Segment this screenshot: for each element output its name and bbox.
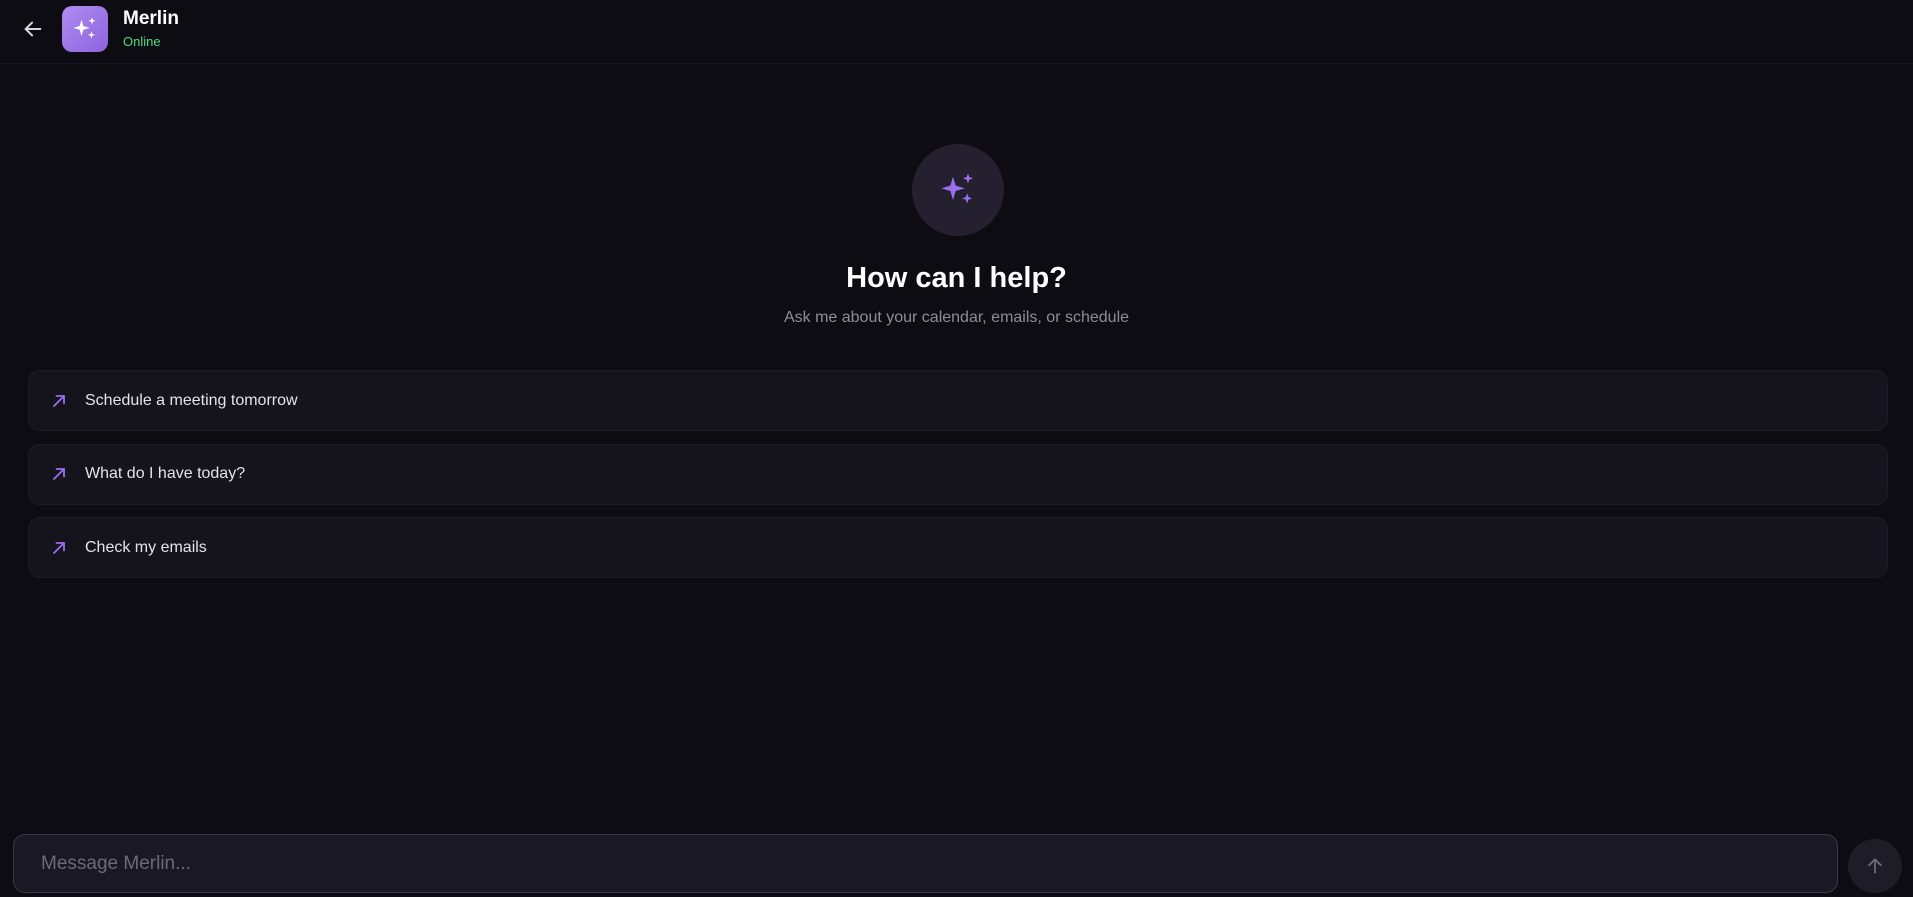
sparkles-icon <box>73 17 96 39</box>
hero-icon-circle <box>912 144 1004 236</box>
suggestion-today[interactable]: What do I have today? <box>28 443 1888 505</box>
sparkles-icon <box>941 173 973 204</box>
welcome-subtitle: Ask me about your calendar, emails, or s… <box>783 309 1130 326</box>
arrow-up-right-icon <box>51 393 67 409</box>
suggestion-label: Schedule a meeting tomorrow <box>85 391 298 409</box>
status-indicator: Online <box>123 34 161 49</box>
arrow-up-right-icon <box>51 466 67 482</box>
suggestion-label: Check my emails <box>85 538 207 556</box>
assistant-avatar <box>62 6 108 52</box>
assistant-name: Merlin <box>123 8 179 29</box>
chat-header: Merlin Online <box>0 0 1913 64</box>
welcome-heading: How can I help? <box>846 262 1067 294</box>
send-button[interactable] <box>1848 839 1902 893</box>
suggestion-schedule-meeting[interactable]: Schedule a meeting tomorrow <box>28 370 1888 431</box>
message-composer <box>13 834 1838 893</box>
arrow-up-icon <box>1868 858 1882 874</box>
message-input[interactable] <box>14 835 1837 892</box>
arrow-left-icon <box>24 21 42 37</box>
suggestion-list: Schedule a meeting tomorrow What do I ha… <box>28 370 1888 591</box>
suggestion-check-emails[interactable]: Check my emails <box>28 517 1888 578</box>
arrow-up-right-icon <box>51 540 67 556</box>
suggestion-label: What do I have today? <box>85 465 246 482</box>
back-button[interactable] <box>16 14 50 44</box>
